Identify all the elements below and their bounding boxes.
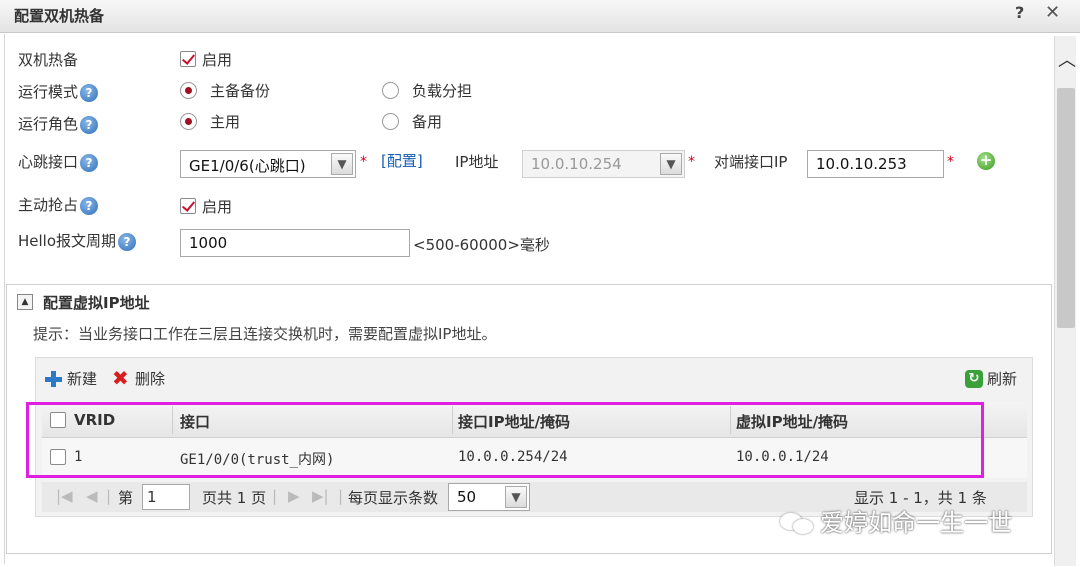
highlight-box [26, 402, 984, 478]
watermark-text: 爱婷如命一生一世 [820, 509, 1012, 537]
hot-standby-label: 双机热备 [18, 51, 79, 69]
run-role-help-icon[interactable]: ? [80, 115, 99, 134]
watermark: 爱婷如命一生一世 [780, 503, 1012, 538]
ip-address-value: 10.0.10.254 [531, 155, 622, 173]
hot-standby-checkbox[interactable] [180, 51, 196, 67]
refresh-icon[interactable]: ↻ [965, 370, 983, 388]
peer-ip-label: 对端接口IP [714, 153, 788, 171]
run-mode-active-standby-label: 主备备份 [210, 82, 271, 100]
pager-divider: | [272, 487, 278, 505]
per-page-select[interactable]: 50 ▼ [448, 483, 530, 511]
preempt-enable-label: 启用 [202, 198, 233, 216]
chevron-down-icon[interactable]: ▼ [505, 486, 527, 508]
dialog-title: 配置双机热备 [14, 7, 105, 25]
hello-period-input[interactable]: 1000 [180, 229, 410, 257]
peer-ip-input[interactable]: 10.0.10.253 [807, 150, 944, 178]
required-star: * [360, 154, 367, 170]
run-role-backup-label: 备用 [412, 113, 443, 131]
preempt-checkbox[interactable] [180, 198, 196, 214]
delete-icon[interactable]: ✖ [112, 368, 129, 388]
next-page-icon[interactable]: ▶ [288, 487, 300, 505]
hello-period-range: <500-60000>毫秒 [413, 236, 550, 254]
scrollbar-thumb[interactable] [1057, 88, 1075, 328]
ip-address-label: IP地址 [455, 153, 499, 171]
preempt-label: 主动抢占? [18, 194, 99, 215]
section-hint: 提示：当业务接口工作在三层且连接交换机时，需要配置虚拟IP地址。 [33, 325, 497, 343]
pager-divider: | [106, 487, 112, 505]
heartbeat-interface-value: GE1/0/6(心跳口) [189, 157, 306, 175]
delete-button[interactable]: 删除 [135, 368, 165, 389]
required-star: * [947, 154, 954, 170]
run-role-label: 运行角色? [18, 113, 99, 134]
run-mode-load-sharing-label: 负载分担 [412, 82, 473, 100]
run-role-master-radio[interactable] [180, 113, 197, 130]
scroll-up-icon[interactable]: ︿ [1058, 52, 1076, 70]
first-page-icon[interactable]: |◀ [56, 487, 73, 505]
collapse-icon[interactable]: ▲ [17, 294, 33, 310]
hot-standby-enable-label: 启用 [202, 51, 233, 69]
refresh-button[interactable]: 刷新 [987, 368, 1017, 389]
run-role-backup-radio[interactable] [382, 113, 399, 130]
heartbeat-help-icon[interactable]: ? [80, 153, 99, 172]
add-icon[interactable]: + [977, 152, 995, 170]
page-number-input[interactable]: 1 [142, 484, 190, 510]
per-page-label: 每页显示条数 [348, 489, 439, 507]
dialog-titlebar: 配置双机热备 ? ✕ [0, 0, 1080, 33]
run-mode-active-standby-radio[interactable] [180, 82, 197, 99]
run-mode-load-sharing-radio[interactable] [382, 82, 399, 99]
per-page-value: 50 [457, 488, 477, 506]
pager-divider: | [338, 487, 344, 505]
run-role-master-label: 主用 [210, 113, 241, 131]
close-icon[interactable]: ✕ [1045, 2, 1060, 23]
required-star: * [688, 154, 695, 170]
preempt-help-icon[interactable]: ? [80, 196, 99, 215]
hello-period-label: Hello报文周期? [18, 230, 137, 251]
page-total: 页共 1 页 [202, 489, 267, 507]
last-page-icon[interactable]: ▶| [312, 487, 329, 505]
vertical-scrollbar[interactable]: ︿ [1054, 36, 1076, 566]
chevron-down-icon: ▼ [660, 153, 682, 175]
new-button[interactable]: 新建 [67, 368, 97, 389]
section-title: 配置虚拟IP地址 [43, 294, 150, 312]
ip-address-select: 10.0.10.254 ▼ [522, 150, 685, 178]
page-prefix: 第 [118, 489, 134, 507]
run-mode-help-icon[interactable]: ? [80, 83, 99, 102]
prev-page-icon[interactable]: ◀ [86, 487, 98, 505]
hello-help-icon[interactable]: ? [118, 232, 137, 251]
config-link[interactable]: [配置] [381, 150, 423, 171]
plus-icon[interactable] [44, 370, 62, 388]
run-mode-label: 运行模式? [18, 81, 99, 102]
help-icon[interactable]: ? [1015, 3, 1024, 22]
heartbeat-interface-select[interactable]: GE1/0/6(心跳口) ▼ [180, 150, 356, 178]
chevron-down-icon[interactable]: ▼ [331, 153, 353, 175]
wechat-icon [780, 511, 816, 537]
heartbeat-label: 心跳接口? [18, 151, 99, 172]
